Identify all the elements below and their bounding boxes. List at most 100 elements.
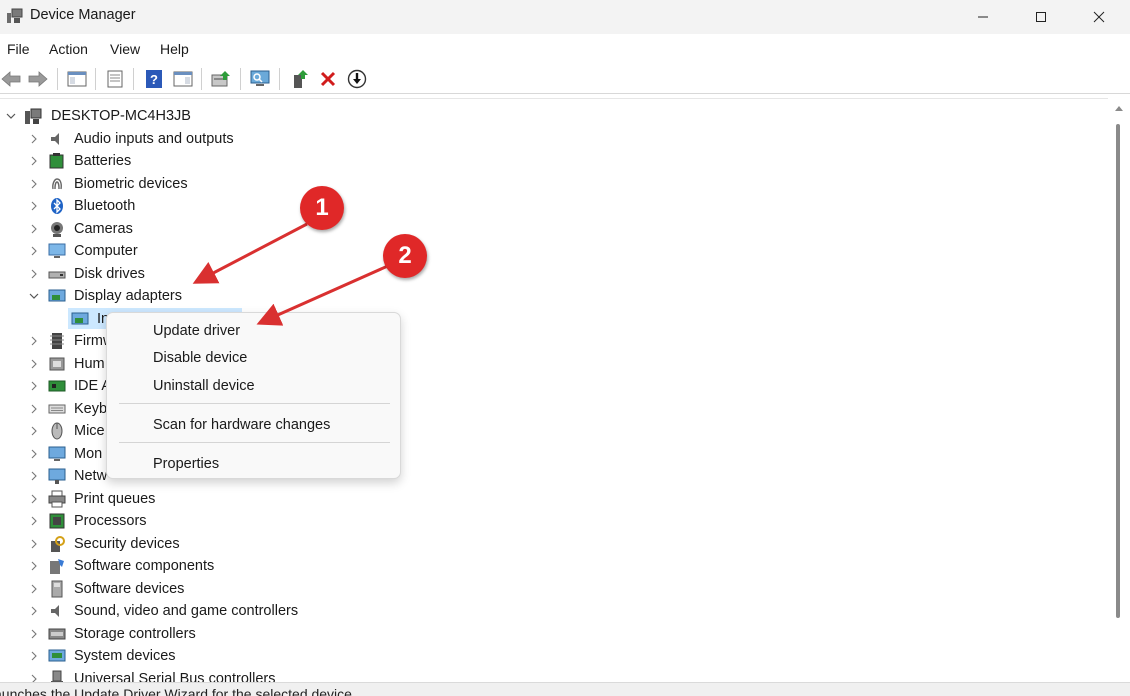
tree-category-row[interactable]: Display adapters [0, 285, 1100, 307]
chevron-right-icon[interactable] [28, 446, 40, 462]
tree-category-row[interactable]: Universal Serial Bus controllers [0, 668, 1100, 682]
menu-scan-hardware[interactable]: Scan for hardware changes [153, 417, 330, 433]
tree-category-label: Keyb [74, 400, 108, 417]
chevron-right-icon[interactable] [28, 198, 40, 214]
update-driver-button[interactable] [210, 68, 232, 90]
menu-properties[interactable]: Properties [153, 456, 219, 472]
tree-category-label: Computer [74, 243, 138, 259]
tree-category-row[interactable]: Software devices [0, 578, 1100, 600]
chevron-right-icon[interactable] [28, 131, 40, 147]
enable-device-button[interactable] [289, 68, 311, 90]
show-hide-console-tree-button[interactable] [66, 68, 88, 90]
scan-hardware-icon [250, 70, 270, 86]
window-title: Device Manager [30, 7, 136, 23]
tree-category-label: Storage controllers [74, 625, 196, 642]
chevron-right-icon[interactable] [28, 153, 40, 169]
tree-category-row[interactable]: System devices [0, 645, 1100, 667]
chevron-right-icon[interactable] [28, 648, 40, 664]
title-bar: Device Manager [0, 0, 1130, 34]
tree-category-label: Software components [74, 558, 215, 574]
tree-root-row[interactable]: DESKTOP-MC4H3JB [0, 105, 1100, 127]
tree-category-row[interactable]: Security devices [0, 533, 1100, 555]
chevron-right-icon[interactable] [28, 536, 40, 552]
tree-category-row[interactable]: Cameras [0, 218, 1100, 240]
chevron-down-icon[interactable] [28, 288, 40, 304]
chevron-right-icon[interactable] [28, 243, 40, 259]
tree-category-row[interactable]: Bluetooth [0, 195, 1100, 217]
context-menu: Update driver Disable device Uninstall d… [106, 312, 401, 479]
chevron-right-icon[interactable] [28, 513, 40, 529]
mouse-icon [51, 422, 63, 440]
tree-category-row[interactable]: Processors [0, 510, 1100, 532]
menu-update-driver[interactable]: Update driver [153, 323, 240, 339]
tree-category-label: Mice [74, 423, 105, 439]
properties-button[interactable] [104, 68, 126, 90]
tree-category-row[interactable]: Audio inputs and outputs [0, 128, 1100, 150]
computer-tower-icon [25, 108, 42, 124]
menu-action[interactable]: Action [49, 41, 88, 57]
speaker-icon [51, 132, 59, 145]
chevron-right-icon[interactable] [28, 378, 40, 394]
tree-category-label: Disk drives [74, 265, 145, 282]
tree-category-label: Security devices [74, 535, 180, 552]
tree-category-label: Processors [74, 513, 147, 529]
forward-button[interactable] [27, 68, 49, 90]
uninstall-device-button[interactable] [317, 68, 339, 90]
minimize-icon [978, 16, 988, 18]
back-button[interactable] [0, 68, 22, 90]
callout-badge-1: 1 [300, 186, 344, 230]
maximize-button[interactable] [1012, 0, 1070, 34]
chevron-right-icon[interactable] [28, 468, 40, 484]
toolbar: ? [0, 64, 1130, 94]
tree-category-label: Audio inputs and outputs [74, 130, 234, 147]
fingerprint-icon [52, 177, 62, 189]
tree-category-row[interactable]: Computer [0, 240, 1100, 262]
tree-category-row[interactable]: Storage controllers [0, 623, 1100, 645]
chevron-right-icon[interactable] [28, 626, 40, 642]
tree-category-row[interactable]: Print queues [0, 488, 1100, 510]
chevron-right-icon[interactable] [28, 176, 40, 192]
chevron-right-icon[interactable] [28, 333, 40, 349]
chevron-right-icon[interactable] [28, 401, 40, 417]
chevron-right-icon[interactable] [28, 558, 40, 574]
vertical-scrollbar[interactable] [1108, 98, 1130, 682]
menu-help[interactable]: Help [160, 41, 189, 57]
disable-device-button[interactable] [346, 68, 368, 90]
chevron-right-icon[interactable] [28, 581, 40, 597]
menu-uninstall-device[interactable]: Uninstall device [153, 378, 255, 394]
keyboard-icon [48, 404, 66, 413]
firmware-icon [50, 333, 64, 349]
tree-category-row[interactable]: Biometric devices [0, 173, 1100, 195]
menu-file[interactable]: File [7, 41, 30, 57]
chevron-right-icon[interactable] [28, 423, 40, 439]
chevron-right-icon[interactable] [28, 603, 40, 619]
tree-category-row[interactable]: Batteries [0, 150, 1100, 172]
menu-separator [119, 442, 390, 443]
chevron-right-icon[interactable] [28, 221, 40, 237]
scrollbar-thumb[interactable] [1116, 124, 1120, 618]
processor-icon [49, 513, 65, 529]
network-adapter-icon [48, 468, 66, 484]
scroll-up-icon[interactable] [1114, 104, 1124, 112]
ide-controller-icon [48, 380, 66, 392]
chevron-right-icon[interactable] [28, 356, 40, 372]
display-adapter-icon [48, 289, 66, 302]
chevron-down-icon[interactable] [5, 108, 17, 124]
menu-view[interactable]: View [110, 41, 140, 57]
tree-category-row[interactable]: Software components [0, 555, 1100, 577]
hid-icon [49, 357, 65, 370]
chevron-right-icon[interactable] [28, 671, 40, 682]
menu-disable-device[interactable]: Disable device [153, 350, 247, 366]
monitor-icon [48, 446, 66, 461]
tree-root-label: DESKTOP-MC4H3JB [51, 108, 191, 124]
chevron-right-icon[interactable] [28, 491, 40, 507]
close-button[interactable] [1070, 0, 1128, 34]
help-button[interactable]: ? [143, 68, 165, 90]
tree-category-row[interactable]: Sound, video and game controllers [0, 600, 1100, 622]
tree-category-row[interactable]: Disk drives [0, 263, 1100, 285]
forward-arrow-icon [28, 71, 48, 87]
chevron-right-icon[interactable] [28, 266, 40, 282]
scan-hardware-button[interactable] [249, 68, 271, 90]
minimize-button[interactable] [954, 0, 1012, 34]
action-pane-button[interactable] [172, 68, 194, 90]
